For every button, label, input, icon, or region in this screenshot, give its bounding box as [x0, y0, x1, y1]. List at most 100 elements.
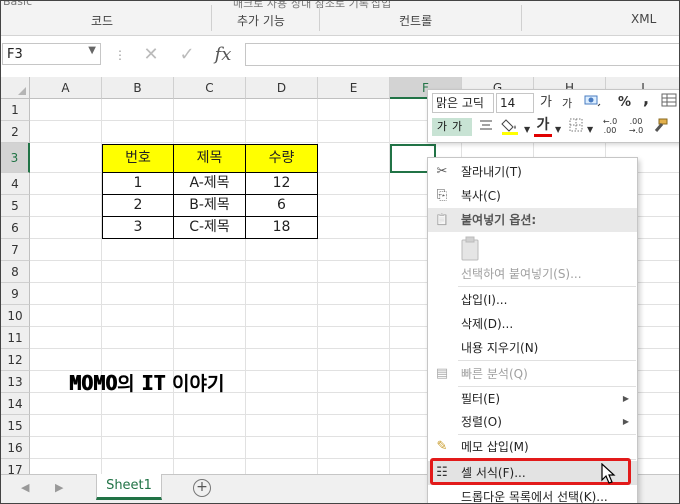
row-header[interactable]: 1	[1, 99, 30, 121]
chevron-down-icon[interactable]: ▼	[587, 121, 593, 139]
table-cell[interactable]: 6	[245, 194, 318, 217]
menu-item-label: 붙여넣기 옵션:	[461, 213, 537, 227]
row-header[interactable]: 7	[1, 239, 30, 261]
font-color-icon[interactable]: 가	[534, 116, 552, 137]
menu-separator	[458, 360, 636, 361]
watermark-latin: IT	[141, 371, 166, 395]
submenu-arrow-icon: ▶	[622, 394, 629, 403]
ribbon-group-labels: Basic 매크로 사용 상대 참조로 기록 삽입 코드 추가 기능 컨트롤 X…	[1, 0, 679, 36]
enter-icon[interactable]: ✓	[175, 43, 199, 67]
font-name-select[interactable]: 맑은 고딕	[432, 93, 494, 113]
table-header-cell[interactable]: 제목	[173, 144, 246, 173]
format-painter-icon[interactable]	[650, 117, 670, 140]
menu-item-pick-from-dropdown[interactable]: 드롭다운 목록에서 선택(K)...	[428, 485, 637, 504]
select-all-button[interactable]	[1, 77, 30, 99]
format-table-icon[interactable]	[660, 93, 678, 112]
menu-item-insert-comment[interactable]: ✎ 메모 삽입(M)	[428, 435, 637, 459]
more-icon[interactable]: ⋮	[114, 48, 126, 62]
menu-item-filter[interactable]: 필터(E) ▶	[428, 387, 637, 411]
decrease-decimal-icon[interactable]: .00 →.0	[624, 117, 648, 135]
paste-option-icon[interactable]	[460, 236, 482, 262]
name-box[interactable]: F3 ▼	[2, 43, 101, 65]
excel-window: Basic 매크로 사용 상대 참조로 기록 삽입 코드 추가 기능 컨트롤 X…	[0, 0, 680, 504]
row-header[interactable]: 10	[1, 305, 30, 327]
increase-decimal-icon[interactable]: ←.0 .00	[598, 117, 622, 135]
row-header[interactable]: 4	[1, 173, 30, 195]
cell-styles-button[interactable]: 가가	[432, 118, 472, 136]
prev-sheet-icon[interactable]: ◀	[21, 481, 29, 494]
comma-style-icon[interactable]: ,	[643, 90, 649, 108]
table-cell[interactable]: 3	[102, 216, 174, 239]
formula-input[interactable]	[245, 43, 679, 66]
row-header[interactable]: 6	[1, 217, 30, 239]
ribbon-separator	[211, 5, 212, 31]
menu-item-sort[interactable]: 정렬(O) ▶	[428, 410, 637, 434]
row-header[interactable]: 8	[1, 261, 30, 283]
table-header-cell[interactable]: 수량	[245, 144, 318, 173]
row-header[interactable]: 5	[1, 195, 30, 217]
fill-color-icon[interactable]	[500, 116, 522, 141]
table-cell[interactable]: 12	[245, 172, 318, 195]
menu-item-label: 필터(E)	[461, 392, 501, 406]
ribbon-group-controls[interactable]: 컨트롤	[399, 12, 432, 29]
row-header[interactable]: 16	[1, 437, 30, 459]
menu-item-clear-contents[interactable]: 내용 지우기(N)	[428, 336, 637, 360]
shrink-font-icon[interactable]: 가	[562, 95, 572, 113]
menu-item-copy[interactable]: ⎘ 복사(C)	[428, 184, 637, 208]
column-header[interactable]: A	[30, 77, 102, 99]
cancel-icon[interactable]: ✕	[139, 43, 163, 67]
menu-item-insert[interactable]: 삽입(I)...	[428, 288, 637, 312]
next-sheet-icon[interactable]: ▶	[55, 481, 63, 494]
column-header[interactable]: B	[102, 77, 174, 99]
mini-toolbar: 맑은 고딕 14 가 가 % , 가가 ▼ 가 ▼ ▼ ←.0 .00 .00 …	[427, 89, 679, 143]
column-header[interactable]: C	[174, 77, 246, 99]
formula-bar: F3 ▼ ⋮ ✕ ✓ fx	[1, 39, 679, 71]
mouse-cursor-icon	[601, 462, 617, 485]
ribbon-cut-text: 상대 참조로 기록	[291, 0, 369, 10]
accounting-format-icon[interactable]	[584, 93, 602, 114]
watermark-korean: 이야기	[165, 373, 225, 395]
quick-analysis-icon: ▤	[435, 366, 449, 381]
row-header[interactable]: 9	[1, 283, 30, 305]
sheet-tab-sheet1[interactable]: Sheet1	[96, 474, 162, 500]
table-cell[interactable]: C-제목	[173, 216, 246, 239]
menu-item-label: 드롭다운 목록에서 선택(K)...	[461, 490, 608, 504]
menu-separator	[458, 286, 636, 287]
row-header[interactable]: 14	[1, 393, 30, 415]
row-header[interactable]: 15	[1, 415, 30, 437]
watermark-latin: MOMO	[69, 371, 118, 395]
table-cell[interactable]: B-제목	[173, 194, 246, 217]
row-header[interactable]: 2	[1, 121, 30, 143]
row-header[interactable]: 13	[1, 371, 30, 393]
ribbon-group-addins[interactable]: 추가 기능	[237, 12, 285, 29]
table-header-cell[interactable]: 번호	[102, 144, 174, 173]
percent-style-icon[interactable]: %	[618, 94, 631, 112]
borders-icon[interactable]	[568, 118, 584, 137]
watermark-korean: 의	[117, 373, 142, 395]
submenu-arrow-icon: ▶	[622, 417, 629, 426]
row-header[interactable]: 12	[1, 349, 30, 371]
font-size-select[interactable]: 14	[496, 93, 534, 113]
watermark-text: MOMO의 IT 이야기	[69, 369, 224, 396]
ribbon-group-code[interactable]: 코드	[91, 12, 113, 29]
grow-font-icon[interactable]: 가	[540, 94, 552, 112]
chevron-down-icon[interactable]: ▼	[88, 45, 96, 56]
row-header[interactable]: 11	[1, 327, 30, 349]
chevron-down-icon[interactable]: ▼	[524, 121, 530, 139]
ribbon-cut-text: 삽입	[371, 0, 392, 10]
chevron-down-icon[interactable]: ▼	[555, 121, 561, 139]
menu-item-delete[interactable]: 삭제(D)...	[428, 312, 637, 336]
add-sheet-icon[interactable]: +	[193, 479, 211, 497]
table-cell[interactable]: 18	[245, 216, 318, 239]
ribbon-group-xml[interactable]: XML	[631, 12, 656, 26]
menu-item-cut[interactable]: ✂ 잘라내기(T)	[428, 160, 637, 184]
insert-function-icon[interactable]: fx	[211, 43, 235, 67]
table-cell[interactable]: 1	[102, 172, 174, 195]
table-cell[interactable]: A-제목	[173, 172, 246, 195]
row-header-selected[interactable]: 3	[1, 143, 30, 173]
align-center-icon[interactable]	[478, 118, 494, 136]
context-menu: ✂ 잘라내기(T) ⎘ 복사(C) 📋 붙여넣기 옵션: 선택하여 붙여넣기(S…	[427, 157, 638, 504]
column-header[interactable]: D	[246, 77, 318, 99]
table-cell[interactable]: 2	[102, 194, 174, 217]
column-header[interactable]: E	[318, 77, 390, 99]
